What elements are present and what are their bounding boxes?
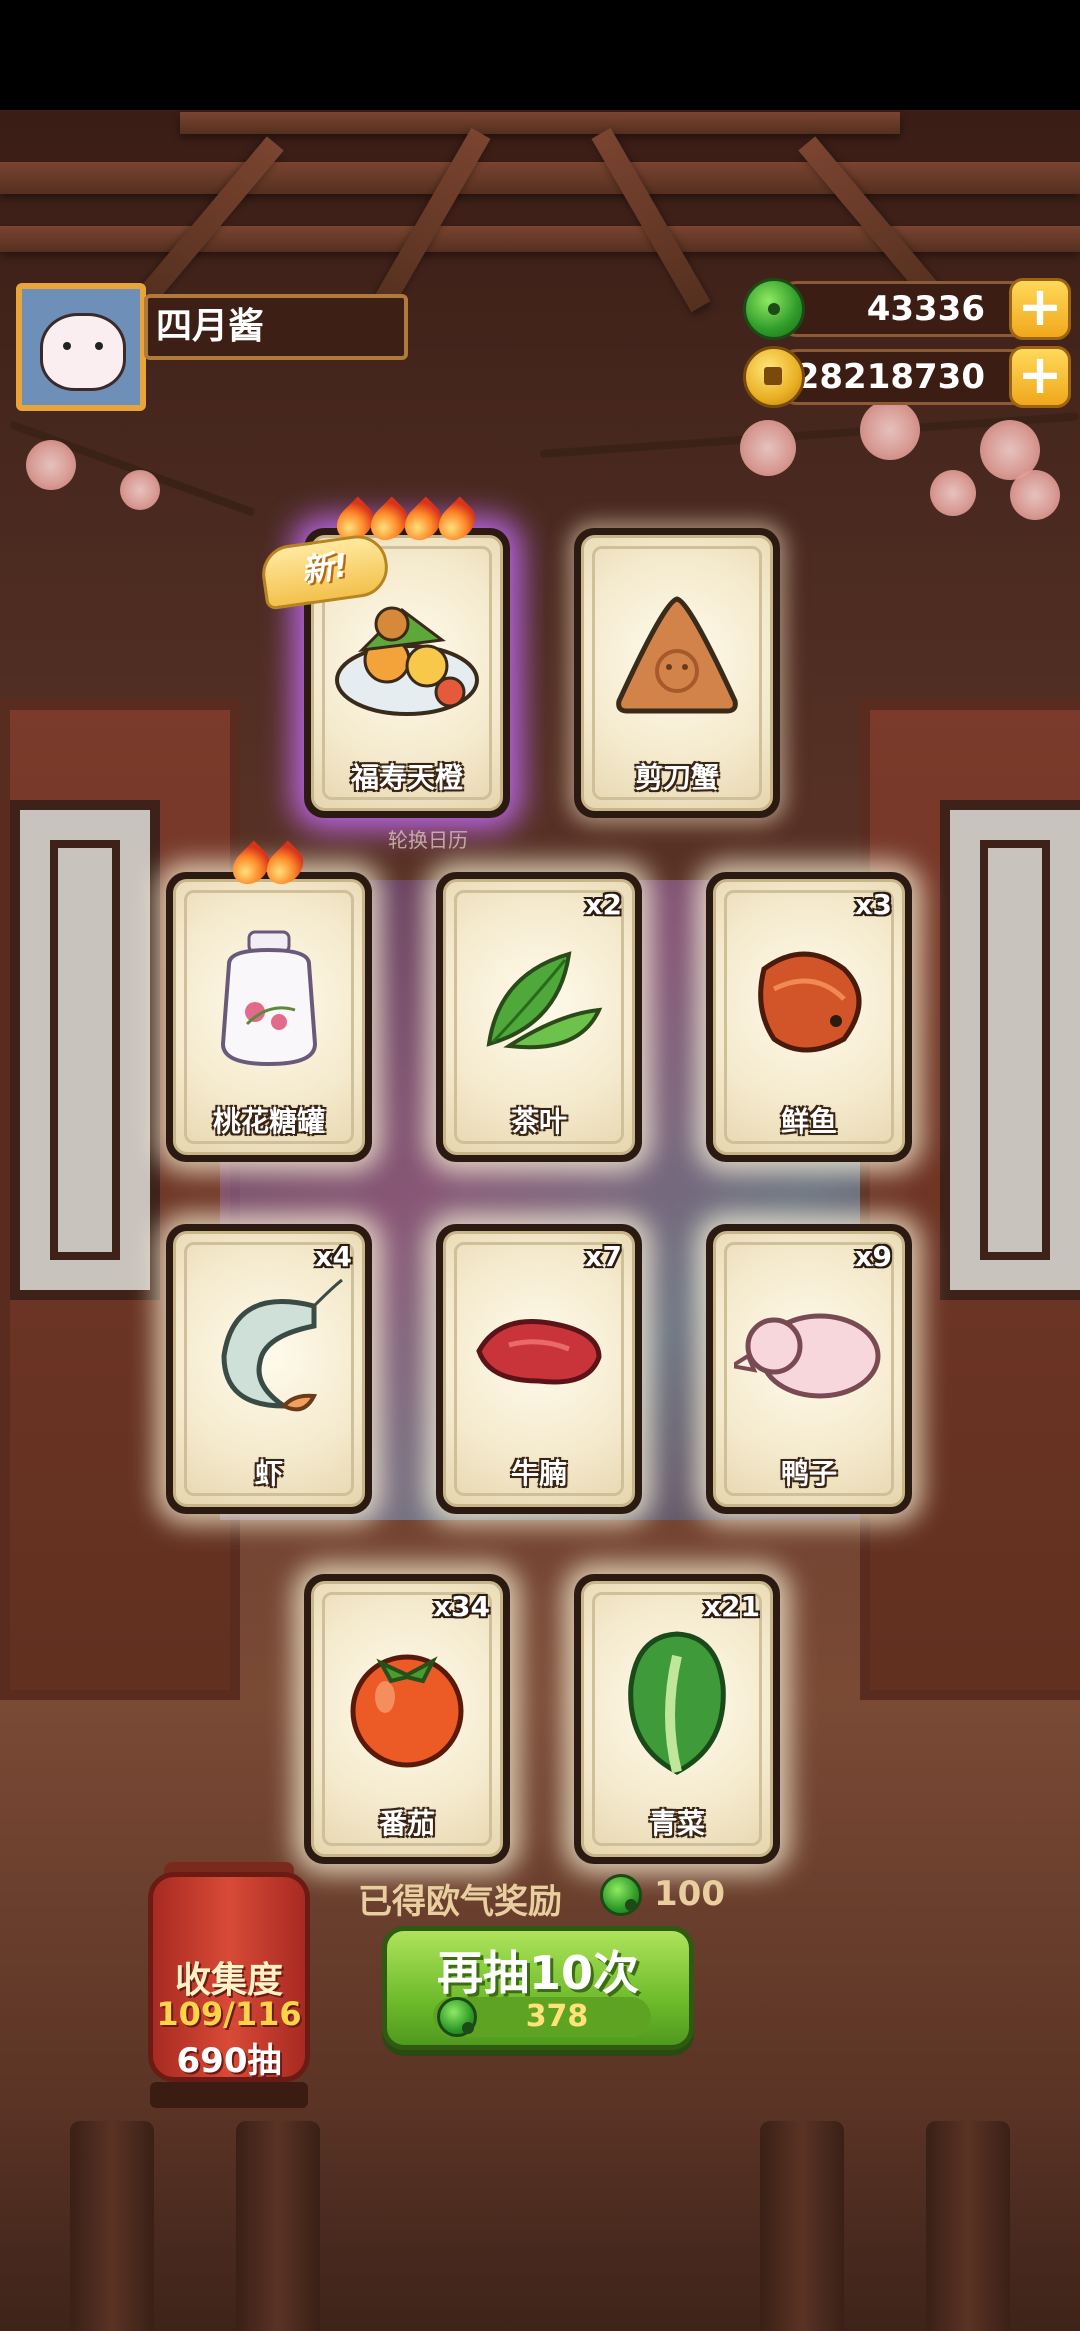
blossom — [860, 400, 920, 460]
card-face: x3 鲜鱼 — [713, 879, 905, 1155]
lantern-stand — [150, 2082, 308, 2108]
card-count: x7 — [584, 1240, 622, 1273]
card-face: x2 茶叶 — [443, 879, 635, 1155]
tea-leaf-icon — [469, 934, 609, 1068]
roof-beam — [0, 162, 1080, 194]
card-count: x34 — [432, 1590, 490, 1623]
card-count: x4 — [314, 1240, 352, 1273]
coin-icon — [743, 346, 805, 408]
fence-pillar — [70, 2121, 154, 2331]
player-avatar[interactable] — [16, 283, 146, 411]
player-name: 四月酱 — [144, 294, 408, 360]
gacha-result-screen: 四月酱 43336 + 28218730 + 福寿天橙 剪刀蟹桃花糖罐 x2 茶叶 x3… — [0, 0, 1080, 2331]
add-coin-button[interactable]: + — [1009, 346, 1071, 408]
card-name: 鸭子 — [780, 1457, 837, 1490]
coin-value: 28218730 — [795, 357, 985, 397]
collection-lantern[interactable]: 收集度 109/116 690抽 — [148, 1872, 310, 2082]
jade-icon — [437, 1997, 477, 2037]
card-tomato[interactable]: x34 番茄 — [304, 1574, 510, 1864]
card-shrimp[interactable]: x4 虾 — [166, 1224, 372, 1514]
fence-pillar — [926, 2121, 1010, 2331]
card-duck[interactable]: x9 鸭子 — [706, 1224, 912, 1514]
card-fish[interactable]: x3 鲜鱼 — [706, 872, 912, 1162]
card-count: x9 — [854, 1240, 892, 1273]
card-name: 牛腩 — [510, 1457, 567, 1490]
card-face: x4 虾 — [173, 1231, 365, 1507]
card-count: x3 — [854, 888, 892, 921]
jade-icon — [600, 1874, 642, 1916]
card-face: 剪刀蟹 — [581, 535, 773, 811]
card-face: x9 鸭子 — [713, 1231, 905, 1507]
bok-choy-icon — [607, 1626, 747, 1780]
roof-truss — [591, 127, 711, 313]
fence-pillar — [760, 2121, 844, 2331]
pig-avatar-icon — [40, 313, 126, 391]
duck-icon — [726, 1286, 884, 1420]
card-face: x34 番茄 — [311, 1581, 503, 1857]
tomato-icon — [337, 1631, 477, 1775]
jade-balance: 43336 + — [743, 278, 1071, 340]
card-face: 桃花糖罐 — [173, 879, 365, 1155]
reward-label: 已得欧气奖励 — [358, 1882, 562, 1922]
card-name: 青菜 — [648, 1807, 705, 1840]
card-face: x7 牛腩 — [443, 1231, 635, 1507]
card-name: 茶叶 — [510, 1105, 567, 1138]
coin-balance: 28218730 + — [743, 346, 1071, 408]
card-count: x21 — [702, 1590, 760, 1623]
shrimp-icon — [194, 1276, 344, 1430]
card-face: x21 青菜 — [581, 1581, 773, 1857]
card-count: x2 — [584, 888, 622, 921]
draw-button-label: 再抽10次 — [436, 1946, 639, 2000]
beef-icon — [469, 1301, 609, 1405]
add-jade-button[interactable]: + — [1009, 278, 1071, 340]
blossom — [120, 470, 160, 510]
rarity-flames — [225, 840, 311, 892]
candy-jar-icon — [199, 924, 339, 1078]
card-crab-cookie[interactable]: 剪刀蟹 — [574, 528, 780, 818]
draw-count: 690抽 — [176, 2041, 282, 2081]
collection-progress: 109/116 — [156, 1995, 302, 2033]
card-name: 虾 — [254, 1457, 283, 1490]
jade-value: 43336 — [866, 289, 985, 329]
roof-beam — [0, 226, 1080, 252]
dish-icon — [332, 580, 482, 734]
blossom — [740, 420, 796, 476]
blossom — [26, 440, 76, 490]
blossom — [1010, 470, 1060, 520]
left-lattice-window — [10, 800, 160, 1300]
card-name: 剪刀蟹 — [634, 761, 719, 794]
card-name: 桃花糖罐 — [212, 1105, 325, 1138]
card-bok-choy[interactable]: x21 青菜 — [574, 1574, 780, 1864]
roof-truss — [371, 127, 491, 313]
blossom — [930, 470, 976, 516]
right-lattice-window — [940, 800, 1080, 1300]
crab-cookie-icon — [607, 585, 747, 729]
roof-beam — [180, 112, 900, 134]
card-name: 鲜鱼 — [780, 1105, 837, 1138]
fence-pillar — [236, 2121, 320, 2331]
card-candy-jar[interactable]: 桃花糖罐 — [166, 872, 372, 1162]
card-name: 福寿天橙 — [350, 761, 463, 794]
fish-icon — [734, 929, 884, 1073]
jade-icon — [743, 278, 805, 340]
card-beef[interactable]: x7 牛腩 — [436, 1224, 642, 1514]
card-tea-leaf[interactable]: x2 茶叶 — [436, 872, 642, 1162]
draw-again-button[interactable]: 再抽10次 378 — [382, 1926, 694, 2050]
calendar-hint: 轮换日历 — [388, 828, 468, 852]
draw-cost: 378 — [525, 1999, 589, 2034]
reward-value: 100 — [654, 1874, 725, 1914]
card-name: 番茄 — [378, 1807, 435, 1840]
